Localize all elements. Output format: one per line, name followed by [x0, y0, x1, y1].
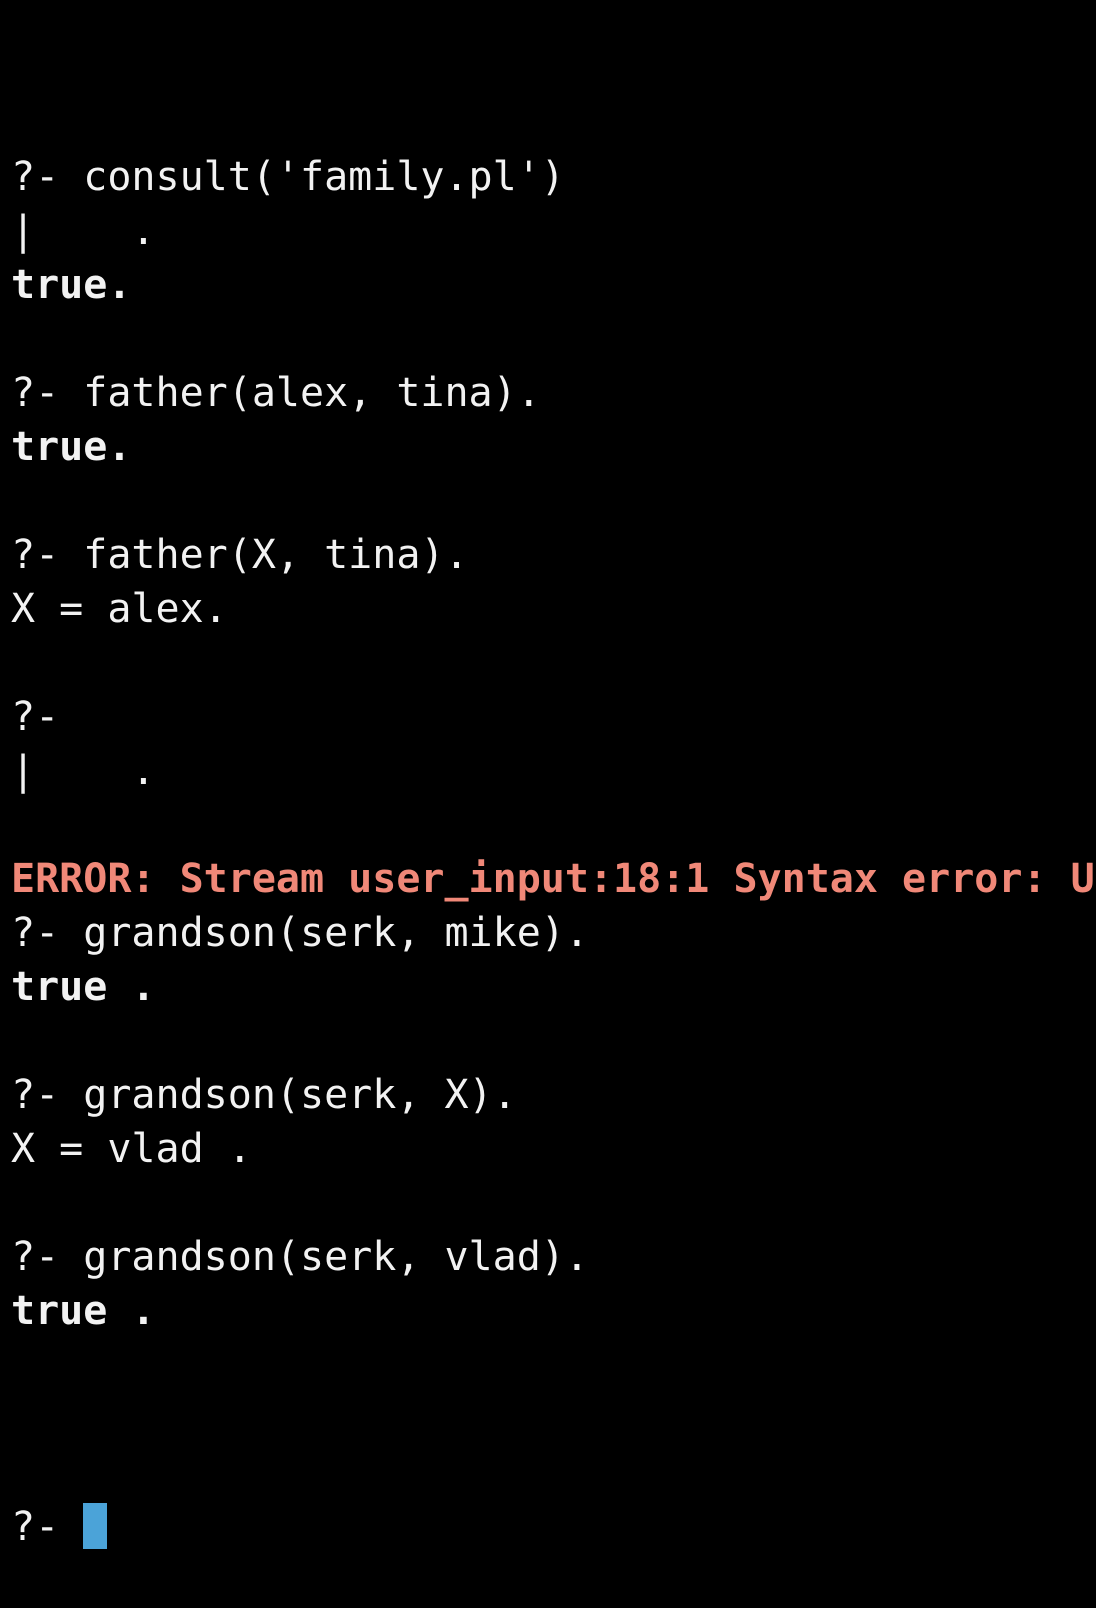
query-line: | . [11, 208, 156, 254]
query-line: ?- [11, 694, 60, 740]
query-line: ?- grandson(serk, mike). [11, 910, 589, 956]
query-line: ?- grandson(serk, vlad). [11, 1234, 589, 1280]
binding-line: X = alex. [11, 586, 228, 632]
query-line: | . [11, 748, 156, 794]
result-line: true. [11, 424, 132, 470]
query-line: ?- grandson(serk, X). [11, 1072, 517, 1118]
query-line: ?- consult('family.pl') [11, 154, 565, 200]
terminal-history: ?- consult('family.pl') | . true. ?- father… [11, 150, 1096, 1392]
query-line: ?- father(alex, tina). [11, 370, 541, 416]
prompt-text: ?- [11, 1504, 84, 1550]
terminal-prompt-line[interactable]: ?- [11, 1500, 1096, 1554]
terminal-output[interactable]: ?- consult('family.pl') | . true. ?- father… [11, 42, 1096, 1608]
binding-line: X = vlad . [11, 1126, 252, 1172]
text-cursor [83, 1503, 108, 1549]
result-line: true. [11, 262, 132, 308]
result-line: true . [11, 1288, 156, 1334]
query-line: ?- father(X, tina). [11, 532, 469, 578]
result-line: true . [11, 964, 156, 1010]
error-message: ERROR: Stream user_input:18:1 Syntax err… [11, 856, 1096, 902]
